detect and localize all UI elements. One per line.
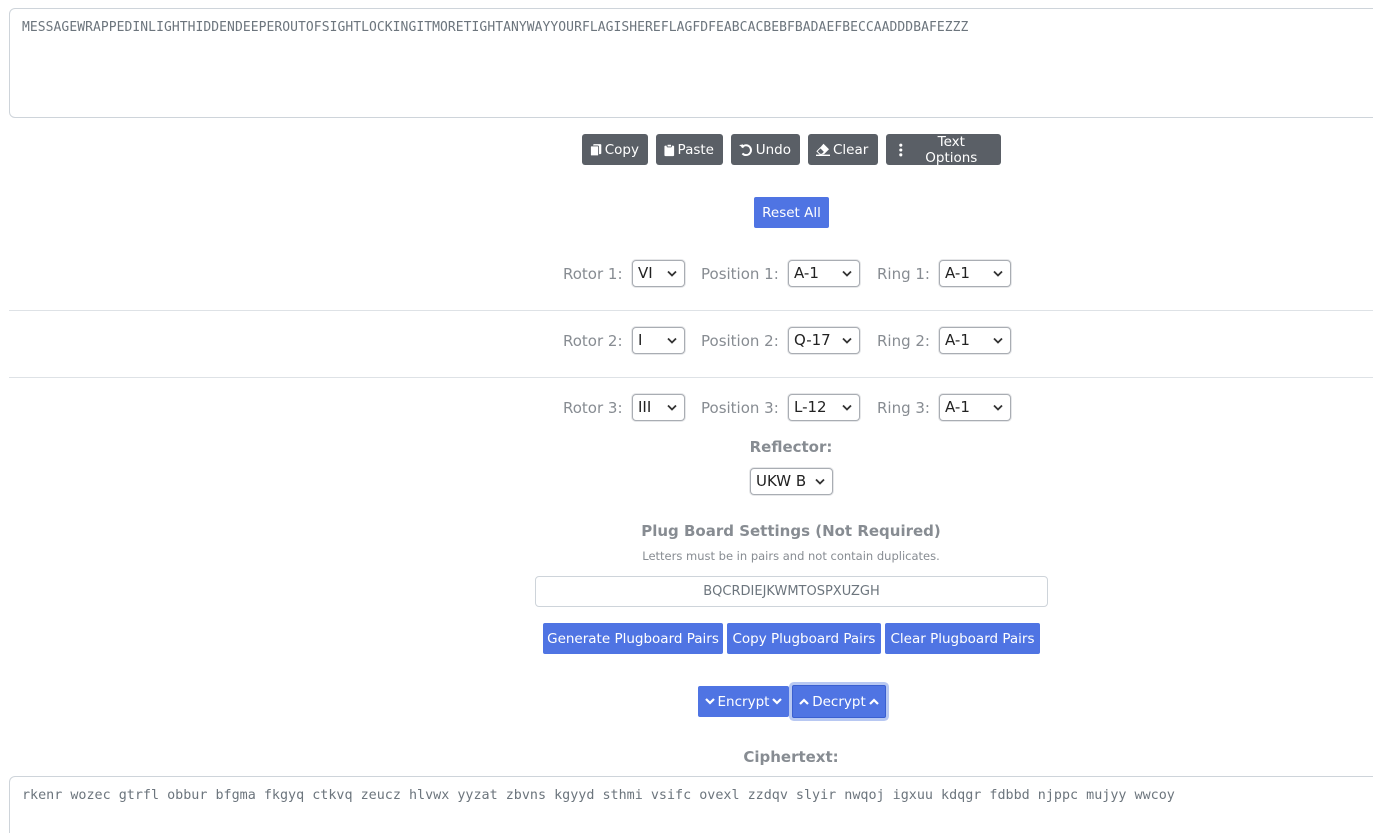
ring-1-value: A-1 [945, 264, 970, 282]
decrypt-button[interactable]: Decrypt [792, 685, 886, 718]
position-3-value: L-12 [794, 398, 827, 416]
position-2-label: Position 2: [701, 332, 779, 350]
position-1-select[interactable]: A-1 [788, 260, 860, 287]
copy-button[interactable]: Copy [582, 134, 648, 165]
copy-label: Copy [604, 141, 639, 158]
chevron-down-icon [842, 337, 852, 344]
rotor-3-select[interactable]: III [632, 394, 685, 421]
position-3-select[interactable]: L-12 [788, 394, 860, 421]
text-options-button[interactable]: Text Options [886, 133, 1001, 166]
rotor-1-value: VI [638, 264, 653, 282]
undo-label: Undo [755, 141, 791, 158]
rotor-3-value: III [638, 398, 652, 416]
chevron-down-icon [772, 698, 783, 705]
ring-3-value: A-1 [945, 398, 970, 416]
decrypt-label: Decrypt [812, 693, 866, 710]
undo-button[interactable]: Undo [731, 134, 800, 165]
ring-3-select[interactable]: A-1 [939, 394, 1011, 421]
rotor-1-label: Rotor 1: [563, 265, 623, 283]
chevron-down-icon [993, 404, 1003, 411]
reset-all-button[interactable]: Reset All [754, 197, 829, 228]
plugboard-note: Letters must be in pairs and not contain… [642, 549, 940, 563]
chevron-down-icon [667, 270, 677, 277]
input-textarea[interactable]: MESSAGEWRAPPEDINLIGHTHIDDENDEEPEROUTOFSI… [9, 8, 1373, 118]
position-3-label: Position 3: [701, 399, 779, 417]
ciphertext-output[interactable]: rkenr wozec gtrfl obbur bfgma fkgyq ctkv… [9, 776, 1373, 833]
rotor-3-label: Rotor 3: [563, 399, 623, 417]
divider [9, 377, 1373, 378]
paste-button[interactable]: Paste [656, 134, 723, 165]
position-2-select[interactable]: Q-17 [788, 327, 860, 354]
plugboard-input[interactable]: BQCRDIEJKWMTOSPXUZGH [535, 576, 1048, 607]
clear-label: Clear [833, 141, 869, 158]
clear-plugboard-button[interactable]: Clear Plugboard Pairs [885, 623, 1040, 654]
ciphertext-label: Ciphertext: [743, 748, 839, 766]
ring-2-label: Ring 2: [877, 332, 930, 350]
encrypt-button[interactable]: Encrypt [698, 686, 789, 717]
ring-1-select[interactable]: A-1 [939, 260, 1011, 287]
rotor-2-label: Rotor 2: [563, 332, 623, 350]
divider [9, 310, 1373, 311]
ring-1-label: Ring 1: [877, 265, 930, 283]
position-1-value: A-1 [794, 264, 819, 282]
ring-2-select[interactable]: A-1 [939, 327, 1011, 354]
chevron-down-icon [993, 337, 1003, 344]
ring-2-value: A-1 [945, 331, 970, 349]
chevron-up-icon [868, 698, 879, 705]
eraser-icon [816, 143, 830, 156]
reflector-label: Reflector: [749, 438, 833, 456]
undo-icon [739, 143, 752, 156]
encrypt-label: Encrypt [717, 693, 770, 710]
enigma-page: MESSAGEWRAPPEDINLIGHTHIDDENDEEPEROUTOFSI… [0, 0, 1373, 833]
chevron-down-icon [704, 698, 715, 705]
plugboard-title: Plug Board Settings (Not Required) [641, 522, 941, 540]
generate-plugboard-button[interactable]: Generate Plugboard Pairs [543, 623, 723, 654]
ring-3-label: Ring 3: [877, 399, 930, 417]
text-toolbar: Copy Paste Undo Clear Text Options [582, 133, 1001, 166]
chevron-down-icon [667, 337, 677, 344]
reflector-value: UKW B [756, 472, 807, 490]
clipboard-icon [664, 143, 675, 156]
reflector-select[interactable]: UKW B [750, 468, 833, 495]
rotor-2-select[interactable]: I [632, 327, 685, 354]
copy-plugboard-button[interactable]: Copy Plugboard Pairs [727, 623, 881, 654]
chevron-down-icon [842, 270, 852, 277]
position-1-label: Position 1: [701, 265, 779, 283]
chevron-down-icon [842, 404, 852, 411]
rotor-1-select[interactable]: VI [632, 260, 685, 287]
chevron-down-icon [815, 478, 825, 485]
chevron-up-icon [799, 698, 810, 705]
rotor-2-value: I [638, 331, 643, 349]
text-options-label: Text Options [925, 133, 978, 166]
vertical-dots-icon [899, 143, 903, 156]
paste-label: Paste [677, 141, 714, 158]
copy-icon [590, 143, 602, 156]
chevron-down-icon [993, 270, 1003, 277]
position-2-value: Q-17 [794, 331, 831, 349]
clear-button[interactable]: Clear [808, 134, 878, 165]
chevron-down-icon [667, 404, 677, 411]
